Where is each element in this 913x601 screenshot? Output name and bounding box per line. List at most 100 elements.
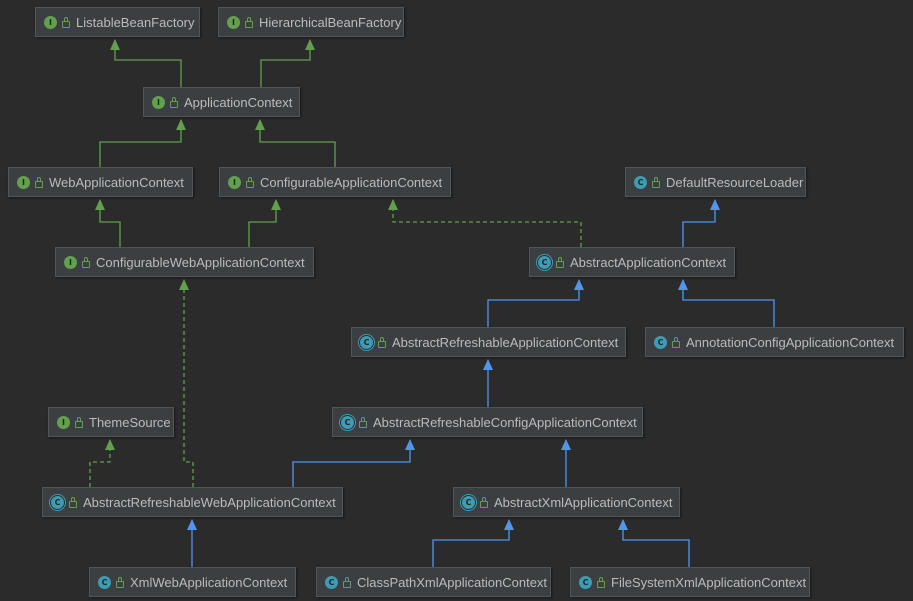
- edge-abstract-refreshable-web-application-context-to-theme-source: [89, 439, 115, 487]
- node-label: FileSystemXmlApplicationContext: [611, 574, 807, 590]
- interface-icon: I: [228, 175, 241, 189]
- class-icon: C: [654, 335, 667, 349]
- public-lock-icon: [672, 336, 680, 348]
- arrowhead: [710, 199, 720, 210]
- edge-annotation-config-application-context-to-abstract-application-context: [678, 279, 775, 327]
- edge-abstract-xml-application-context-to-abstract-refreshable-config-application-context: [561, 439, 571, 487]
- abstract-class-icon: C: [51, 495, 64, 509]
- node-label: XmlWebApplicationContext: [130, 574, 288, 590]
- interface-icon: I: [17, 175, 30, 189]
- node-label: WebApplicationContext: [49, 174, 184, 190]
- abstract-class-icon: C: [462, 495, 475, 509]
- edge-abstract-application-context-to-configurable-application-context: [388, 199, 582, 247]
- node-label: ThemeSource: [89, 414, 171, 430]
- arrowhead: [95, 199, 105, 210]
- arrowhead: [305, 39, 315, 50]
- arrowhead: [483, 359, 493, 370]
- interface-icon: I: [44, 15, 57, 29]
- abstract-class-icon: C: [341, 415, 354, 429]
- node-listable-bean-factory[interactable]: I ListableBeanFactory: [35, 7, 200, 37]
- node-label: ApplicationContext: [184, 94, 293, 110]
- arrowhead: [574, 279, 584, 290]
- node-hierarchical-bean-factory[interactable]: I HierarchicalBeanFactory: [218, 7, 404, 37]
- node-label: AbstractRefreshableWebApplicationContext: [83, 494, 336, 510]
- arrowhead: [187, 519, 197, 530]
- node-label: ClassPathXmlApplicationContext: [357, 574, 548, 590]
- node-class-path-xml-application-context[interactable]: C ClassPathXmlApplicationContext: [316, 567, 551, 597]
- node-label: ConfigurableApplicationContext: [260, 174, 443, 190]
- node-abstract-xml-application-context[interactable]: C AbstractXmlApplicationContext: [453, 487, 680, 517]
- arrowhead: [504, 519, 514, 530]
- class-icon: C: [634, 175, 647, 189]
- edge-abstract-refreshable-application-context-to-abstract-application-context: [487, 279, 584, 327]
- edge-configurable-application-context-to-application-context: [255, 119, 336, 167]
- interface-icon: I: [227, 15, 240, 29]
- node-label: AbstractRefreshableConfigApplicationCont…: [373, 414, 637, 430]
- interface-icon: I: [64, 255, 77, 269]
- class-icon: C: [98, 575, 111, 589]
- node-abstract-refreshable-application-context[interactable]: C AbstractRefreshableApplicationContext: [351, 327, 626, 357]
- public-lock-icon: [359, 416, 367, 428]
- node-xml-web-application-context[interactable]: C XmlWebApplicationContext: [89, 567, 296, 597]
- node-file-system-xml-application-context[interactable]: C FileSystemXmlApplicationContext: [570, 567, 810, 597]
- node-configurable-application-context[interactable]: I ConfigurableApplicationContext: [219, 167, 451, 197]
- node-label: AbstractRefreshableApplicationContext: [392, 334, 619, 350]
- arrowhead: [405, 439, 415, 450]
- edge-configurable-web-application-context-to-web-application-context: [95, 199, 121, 247]
- node-label: HierarchicalBeanFactory: [259, 14, 402, 30]
- public-lock-icon: [480, 496, 488, 508]
- public-lock-icon: [75, 416, 83, 428]
- edge-web-application-context-to-application-context: [99, 119, 186, 167]
- public-lock-icon: [116, 576, 124, 588]
- diagram-canvas: I ListableBeanFactory I HierarchicalBean…: [0, 0, 913, 601]
- arrowhead: [105, 439, 115, 450]
- node-theme-source[interactable]: I ThemeSource: [48, 407, 174, 437]
- node-abstract-refreshable-web-application-context[interactable]: C AbstractRefreshableWebApplicationConte…: [42, 487, 343, 517]
- edge-abstract-refreshable-config-application-context-to-abstract-refreshable-application-context: [483, 359, 493, 407]
- edge-configurable-web-application-context-to-configurable-application-context: [248, 199, 281, 247]
- edge-application-context-to-listable-bean-factory: [110, 39, 182, 87]
- class-icon: C: [325, 575, 338, 589]
- edge-xml-web-application-context-to-abstract-refreshable-web-application-context: [187, 519, 197, 567]
- edge-file-system-xml-application-context-to-abstract-xml-application-context: [618, 519, 690, 567]
- arrowhead: [176, 119, 186, 130]
- arrowhead: [388, 199, 398, 210]
- node-abstract-refreshable-config-application-context[interactable]: C AbstractRefreshableConfigApplicationCo…: [332, 407, 643, 437]
- node-label: AbstractApplicationContext: [570, 254, 727, 270]
- arrowhead: [179, 279, 189, 290]
- edge-abstract-refreshable-web-application-context-to-configurable-web-application-context: [179, 279, 194, 487]
- node-label: ConfigurableWebApplicationContext: [96, 254, 305, 270]
- public-lock-icon: [343, 576, 351, 588]
- abstract-class-icon: C: [538, 255, 551, 269]
- public-lock-icon: [170, 96, 178, 108]
- edge-application-context-to-hierarchical-bean-factory: [260, 39, 315, 87]
- interface-icon: I: [57, 415, 70, 429]
- public-lock-icon: [62, 16, 70, 28]
- node-abstract-application-context[interactable]: C AbstractApplicationContext: [529, 247, 735, 277]
- class-icon: C: [579, 575, 592, 589]
- public-lock-icon: [245, 16, 253, 28]
- arrowhead: [110, 39, 120, 50]
- node-default-resource-loader[interactable]: C DefaultResourceLoader: [625, 167, 806, 197]
- arrowhead: [271, 199, 281, 210]
- public-lock-icon: [378, 336, 386, 348]
- arrowhead: [618, 519, 628, 530]
- node-configurable-web-application-context[interactable]: I ConfigurableWebApplicationContext: [55, 247, 314, 277]
- node-label: AbstractXmlApplicationContext: [494, 494, 673, 510]
- public-lock-icon: [35, 176, 43, 188]
- public-lock-icon: [69, 496, 77, 508]
- public-lock-icon: [652, 176, 660, 188]
- interface-icon: I: [152, 95, 165, 109]
- abstract-class-icon: C: [360, 335, 373, 349]
- edge-class-path-xml-application-context-to-abstract-xml-application-context: [432, 519, 514, 567]
- node-label: DefaultResourceLoader: [666, 174, 804, 190]
- node-web-application-context[interactable]: I WebApplicationContext: [8, 167, 193, 197]
- public-lock-icon: [597, 576, 605, 588]
- node-application-context[interactable]: I ApplicationContext: [143, 87, 300, 117]
- arrowhead: [678, 279, 688, 290]
- public-lock-icon: [556, 256, 564, 268]
- public-lock-icon: [246, 176, 254, 188]
- arrowhead: [561, 439, 571, 450]
- node-annotation-config-application-context[interactable]: C AnnotationConfigApplicationContext: [645, 327, 904, 357]
- edge-abstract-refreshable-web-application-context-to-abstract-refreshable-config-application-context: [292, 439, 415, 487]
